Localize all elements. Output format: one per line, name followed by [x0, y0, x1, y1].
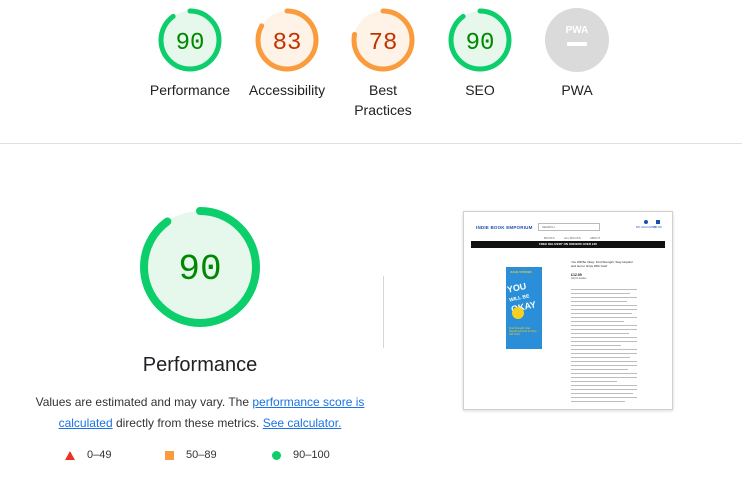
- gauge-seo-label: SEO: [465, 82, 495, 98]
- vertical-divider: [383, 276, 384, 348]
- thumb-cart: $0.00: [654, 220, 662, 229]
- gauge-accessibility-ring: 83: [255, 8, 319, 72]
- section-divider: [0, 143, 742, 144]
- sun-icon: [512, 307, 524, 319]
- gauge-accessibility[interactable]: 83 Accessibility: [237, 8, 337, 100]
- gauge-accessibility-label: Accessibility: [248, 82, 326, 98]
- gauge-seo-score: 90: [466, 30, 495, 57]
- thumb-brand: INDIE BOOK EMPORIUM: [476, 225, 533, 230]
- performance-gauge: 90: [140, 207, 260, 327]
- performance-title: Performance: [142, 354, 258, 376]
- cart-icon: [655, 220, 660, 224]
- gauge-seo-ring: 90: [448, 8, 512, 72]
- thumb-add-basket: Add to basket: [571, 277, 587, 280]
- performance-description: Values are estimated and may vary. The p…: [30, 392, 370, 434]
- gauge-accessibility-score: 83: [273, 30, 302, 57]
- legend-average: 50–89: [165, 449, 217, 461]
- desc-middle: directly from these metrics.: [112, 416, 263, 430]
- gauge-performance-label: Performance: [149, 82, 231, 98]
- thumb-cover-title-1: YOU: [506, 280, 528, 295]
- thumb-book-cover: JULIE STOKES YOU WILL BE OKAY Find Stren…: [506, 267, 542, 349]
- thumbnail-page: INDIE BOOK EMPORIUM SEARCH MY ACCOUNT $0…: [468, 215, 668, 407]
- final-screenshot-thumbnail[interactable]: INDIE BOOK EMPORIUM SEARCH MY ACCOUNT $0…: [463, 211, 673, 410]
- see-calculator-link[interactable]: See calculator.: [263, 416, 342, 430]
- thumb-nav-0: BOOKS: [544, 236, 555, 240]
- legend-average-range: 50–89: [186, 449, 217, 461]
- gauge-best-practices-score: 78: [369, 30, 398, 57]
- legend-pass: 90–100: [272, 449, 330, 461]
- pwa-badge-text: PWA: [566, 25, 589, 36]
- score-legend: 0–49 50–89 90–100: [0, 449, 400, 465]
- category-summary: 90 Performance 83 Accessibility 78 Best …: [0, 0, 742, 143]
- thumb-description-lines: [571, 289, 637, 405]
- thumb-cover-subtitle: Find Strength, Stay Hopeful and Get to G…: [509, 327, 537, 336]
- desc-prefix: Values are estimated and may vary. The: [35, 395, 253, 409]
- performance-score: 90: [178, 249, 221, 290]
- thumb-nav-1: ALL BOOKS: [564, 236, 581, 240]
- gauge-seo[interactable]: 90 SEO: [430, 8, 530, 100]
- legend-pass-range: 90–100: [293, 449, 330, 461]
- pwa-badge-icon: PWA: [545, 8, 609, 72]
- gauge-best-practices-label-line1: Best: [368, 82, 397, 98]
- gauge-best-practices-label-line2: Practices: [354, 102, 412, 118]
- gauge-best-practices-ring: 78: [351, 8, 415, 72]
- thumb-search: SEARCH: [538, 223, 600, 231]
- user-icon: [643, 220, 648, 224]
- square-average-icon: [165, 450, 174, 460]
- triangle-fail-icon: [65, 450, 75, 460]
- thumb-account-label: MY ACCOUNT: [636, 225, 656, 229]
- gauge-best-practices-label: Best Practices: [333, 80, 433, 120]
- thumb-book-title: You Will Be Okay: Find Strength, Stay Ho…: [571, 260, 633, 268]
- legend-fail-range: 0–49: [87, 449, 112, 461]
- thumb-banner: FREE DELIVERY ON ORDERS OVER £30: [471, 241, 665, 248]
- gauge-performance[interactable]: 90 Performance: [140, 8, 240, 100]
- thumb-cover-author: JULIE STOKES: [510, 270, 532, 274]
- circle-pass-icon: [272, 450, 281, 460]
- gauge-pwa[interactable]: PWA PWA: [527, 8, 627, 100]
- gauge-best-practices[interactable]: 78 Best Practices: [333, 8, 433, 120]
- gauge-performance-ring: 90: [158, 8, 222, 72]
- thumb-account: MY ACCOUNT: [636, 220, 656, 229]
- thumb-cart-label: $0.00: [654, 225, 662, 229]
- gauge-pwa-label: PWA: [561, 82, 593, 98]
- legend-fail: 0–49: [65, 449, 111, 461]
- thumb-nav-2: ABOUT: [590, 236, 601, 240]
- gauge-performance-score: 90: [176, 30, 205, 57]
